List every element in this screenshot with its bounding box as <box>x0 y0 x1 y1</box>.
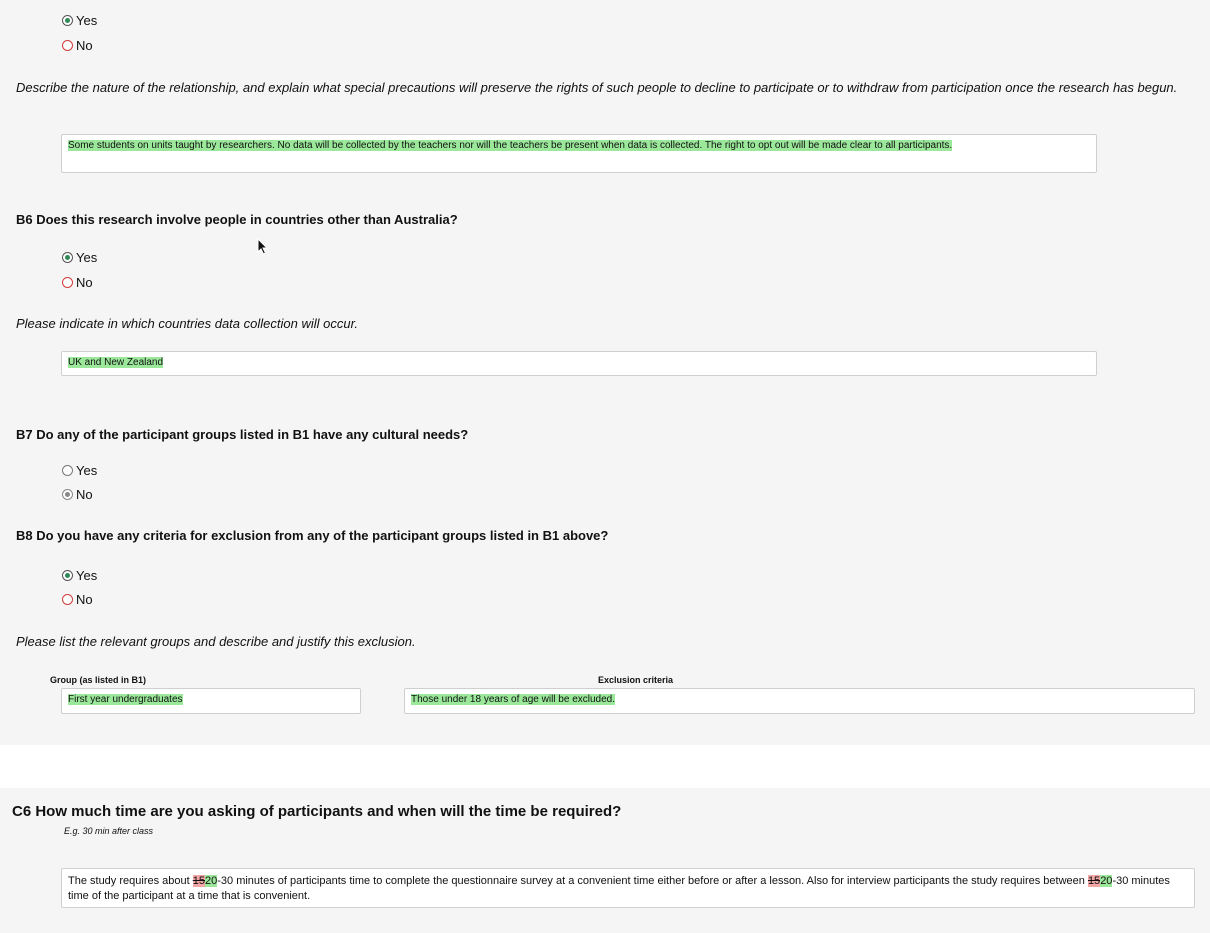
b8-radio-yes[interactable]: Yes <box>62 568 97 583</box>
radio-selected-icon[interactable] <box>62 252 73 263</box>
c6-answer-text: -30 minutes of participants time to comp… <box>217 875 1088 887</box>
radio-unselected-icon[interactable] <box>62 594 73 605</box>
c6-hint: E.g. 30 min after class <box>64 826 154 836</box>
question-b7: B7 Do any of the participant groups list… <box>16 427 469 442</box>
b7-radio-no[interactable]: No <box>62 487 93 502</box>
countries-answer-field[interactable]: UK and New Zealand <box>61 351 1097 376</box>
radio-label: Yes <box>76 250 98 265</box>
radio-unselected-icon[interactable] <box>62 277 73 288</box>
question-b8: B8 Do you have any criteria for exclusio… <box>16 528 609 543</box>
group-input-text: First year undergraduates <box>68 694 183 705</box>
radio-label: No <box>76 592 93 607</box>
c6-answer-text: The study requires about <box>68 875 193 887</box>
radio-label: Yes <box>76 463 98 478</box>
b6-radio-no[interactable]: No <box>62 275 93 290</box>
radio-unselected-icon[interactable] <box>62 40 73 51</box>
radio-selected-icon[interactable] <box>62 489 73 500</box>
c6-deleted-text: 15 <box>1087 875 1101 887</box>
relationship-answer-text: Some students on units taught by researc… <box>68 140 953 151</box>
criteria-input-text: Those under 18 years of age will be excl… <box>411 694 616 705</box>
radio-label: No <box>76 487 93 502</box>
group-input[interactable]: First year undergraduates <box>61 688 361 714</box>
radio-label: No <box>76 275 93 290</box>
b8-radio-no[interactable]: No <box>62 592 93 607</box>
radio-selected-icon[interactable] <box>62 15 73 26</box>
c6-inserted-text: 20 <box>205 875 218 887</box>
group-column-label: Group (as listed in B1) <box>50 675 147 685</box>
radio-selected-icon[interactable] <box>62 570 73 581</box>
question-c6: C6 How much time are you asking of parti… <box>12 803 622 820</box>
b6-radio-yes[interactable]: Yes <box>62 250 97 265</box>
radio-option-yes[interactable]: Yes <box>62 13 97 28</box>
relationship-prompt: Describe the nature of the relationship,… <box>16 80 1178 95</box>
countries-answer-text: UK and New Zealand <box>68 357 164 368</box>
radio-unselected-icon[interactable] <box>62 465 73 476</box>
criteria-column-label: Exclusion criteria <box>598 675 674 685</box>
b6-prompt: Please indicate in which countries data … <box>16 316 359 331</box>
radio-label: Yes <box>76 568 98 583</box>
criteria-input[interactable]: Those under 18 years of age will be excl… <box>404 688 1195 714</box>
question-b6: B6 Does this research involve people in … <box>16 212 458 227</box>
b8-prompt: Please list the relevant groups and desc… <box>16 634 416 649</box>
relationship-answer-field[interactable]: Some students on units taught by researc… <box>61 134 1097 173</box>
radio-label: Yes <box>76 13 98 28</box>
c6-answer-field[interactable]: The study requires about 1520-30 minutes… <box>61 868 1195 908</box>
c6-deleted-text: 15 <box>192 875 205 887</box>
c6-inserted-text: 20 <box>1100 875 1113 887</box>
mouse-cursor-icon <box>257 238 269 255</box>
radio-label: No <box>76 38 93 53</box>
radio-option-no[interactable]: No <box>62 38 93 53</box>
b7-radio-yes[interactable]: Yes <box>62 463 97 478</box>
